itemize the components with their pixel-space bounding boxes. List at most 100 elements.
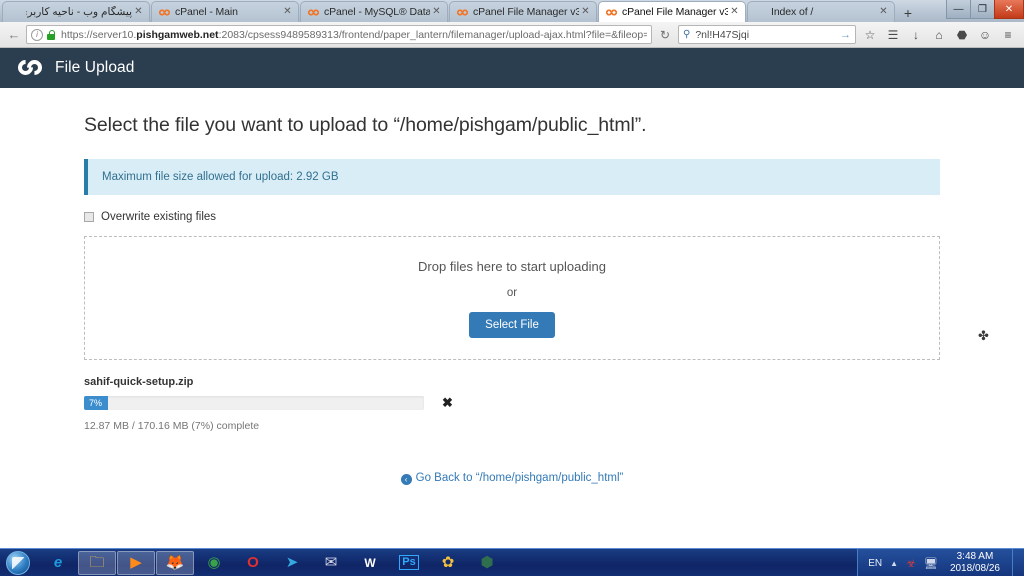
back-arrow-icon: ‹	[400, 474, 412, 485]
taskbar-photoshop-icon[interactable]: Ps	[390, 551, 428, 575]
chrome-icon: ◉	[207, 554, 221, 571]
account-icon[interactable]: ☺	[974, 25, 996, 45]
site-info-icon[interactable]: i	[31, 28, 43, 41]
tab-close-icon[interactable]: ✕	[728, 7, 741, 17]
url-domain: pishgamweb.net	[136, 28, 219, 41]
app-title: File Upload	[55, 59, 135, 76]
browser-tab-0[interactable]: پیشگام وب - ناحیه کاربری ✕	[2, 1, 150, 22]
word-icon: W	[364, 555, 376, 570]
show-hidden-icons-icon[interactable]: ▲	[890, 559, 898, 568]
photos-icon: ✿	[441, 554, 455, 571]
taskbar-word-icon[interactable]: W	[351, 551, 389, 575]
nox-icon: ⬢	[480, 554, 494, 571]
tab-title: Index of /	[771, 6, 814, 18]
taskbar-opera-icon[interactable]: O	[234, 551, 272, 575]
reading-list-icon[interactable]: ☰	[882, 25, 904, 45]
tab-close-icon[interactable]: ✕	[281, 7, 294, 17]
url-text: https://server10.pishgamweb.net:2083/cps…	[61, 29, 647, 41]
home-icon[interactable]: ⌂	[928, 25, 950, 45]
clock[interactable]: 3:48 AM 2018/08/26	[946, 551, 1004, 575]
page-content: File Upload Select the file you want to …	[0, 48, 1024, 544]
taskbar-mail-icon[interactable]: ✉	[312, 551, 350, 575]
upload-status-text: 12.87 MB / 170.16 MB (7%) complete	[84, 420, 260, 432]
search-bar[interactable]: ⚲ ?nl!H47Sjqi →	[678, 25, 856, 44]
antivirus-tray-icon[interactable]: ☣	[906, 557, 916, 570]
dropzone-or-label: or	[506, 286, 518, 299]
taskbar-file-explorer-icon[interactable]: 🗀	[78, 550, 116, 575]
taskbar-photos-icon[interactable]: ✿	[429, 551, 467, 575]
file-dropzone[interactable]: Drop files here to start uploading or Se…	[84, 236, 940, 360]
browser-tab-3[interactable]: cPanel File Manager v3 ✕	[449, 1, 597, 22]
overwrite-label: Overwrite existing files	[101, 211, 217, 223]
minimize-button[interactable]: —	[946, 0, 971, 19]
alert-text: Maximum file size allowed for upload: 2.…	[102, 171, 339, 183]
opera-icon: O	[247, 554, 259, 571]
window-controls: — ❐ ✕	[946, 0, 1024, 19]
url-bar[interactable]: i https://server10.pishgamweb.net:2083/c…	[26, 25, 652, 44]
tab-close-icon[interactable]: ✕	[579, 7, 592, 17]
new-tab-button[interactable]: +	[898, 3, 918, 22]
tab-close-icon[interactable]: ✕	[430, 7, 443, 17]
cpanel-favicon-icon	[308, 7, 319, 18]
photoshop-icon: Ps	[399, 555, 419, 570]
taskbar-telegram-icon[interactable]: ➤	[273, 551, 311, 575]
cpanel-header: File Upload	[0, 48, 1024, 88]
start-button[interactable]	[3, 550, 33, 576]
cancel-upload-button[interactable]: ✖	[442, 395, 453, 411]
media-player-icon: ▶	[130, 554, 142, 571]
go-back-link[interactable]: ‹ Go Back to “/home/pishgam/public_html”	[84, 472, 940, 485]
search-query-text: ?nl!H47Sjqi	[695, 28, 750, 41]
browser-tabstrip: پیشگام وب - ناحیه کاربری ✕ cPanel - Main…	[0, 0, 1024, 22]
tab-close-icon[interactable]: ✕	[877, 7, 890, 17]
upload-progress-bar: 7%	[84, 396, 424, 410]
overwrite-row[interactable]: Overwrite existing files	[84, 211, 940, 223]
url-suffix: :2083/cpsess9489589313/frontend/paper_la…	[218, 28, 647, 41]
dropzone-title: Drop files here to start uploading	[418, 258, 606, 274]
close-window-button[interactable]: ✕	[994, 0, 1024, 19]
go-back-label: Go Back to “/home/pishgam/public_html”	[415, 472, 624, 484]
internet-explorer-icon: e	[53, 554, 63, 571]
maximize-button[interactable]: ❐	[970, 0, 995, 19]
tab-title: پیشگام وب - ناحیه کاربری	[26, 6, 132, 18]
tab-title: cPanel File Manager v3 - F	[622, 6, 728, 18]
reload-button[interactable]: ↻	[655, 28, 675, 42]
lock-icon	[47, 29, 55, 40]
bookmark-star-icon[interactable]: ☆	[859, 25, 881, 45]
browser-tab-5[interactable]: Index of / ✕	[747, 1, 895, 22]
browser-tab-2[interactable]: cPanel - MySQL® Databa ✕	[300, 1, 448, 22]
back-button[interactable]: ←	[5, 26, 23, 44]
taskbar-media-player-icon[interactable]: ▶	[117, 550, 155, 575]
search-go-icon[interactable]: →	[840, 29, 851, 41]
menu-icon[interactable]: ≡	[997, 25, 1019, 45]
tab-favicon-generic	[10, 7, 21, 18]
browser-tab-1[interactable]: cPanel - Main ✕	[151, 1, 299, 22]
clock-time: 3:48 AM	[956, 551, 994, 562]
navbar-icons: ☆ ☰ ↓ ⌂ ⬣ ☺ ≡	[859, 25, 1019, 45]
show-desktop-button[interactable]	[1012, 549, 1020, 576]
taskbar-chrome-icon[interactable]: ◉	[195, 551, 233, 575]
tab-close-icon[interactable]: ✕	[132, 7, 145, 17]
upload-progress-fill: 7%	[84, 396, 108, 410]
browser-tab-4-active[interactable]: cPanel File Manager v3 - F ✕	[598, 1, 746, 22]
browser-window: پیشگام وب - ناحیه کاربری ✕ cPanel - Main…	[0, 0, 1024, 548]
shield-icon[interactable]: ⬣	[951, 25, 973, 45]
upload-progress-row: 7% ✖	[84, 395, 940, 411]
cpanel-favicon-icon	[159, 7, 170, 18]
select-file-button[interactable]: Select File	[469, 311, 555, 338]
taskbar-firefox-icon[interactable]: 🦊	[156, 550, 194, 575]
downloads-icon[interactable]: ↓	[905, 25, 927, 45]
tab-favicon-generic	[755, 7, 766, 18]
taskbar-items: e 🗀 ▶ 🦊 ◉ O ➤ ✉ W Ps ✿ ⬢	[39, 550, 506, 575]
overwrite-checkbox[interactable]	[84, 212, 94, 222]
browser-navbar: ← i https://server10.pishgamweb.net:2083…	[0, 22, 1024, 48]
language-indicator[interactable]: EN	[868, 558, 882, 569]
taskbar-nox-icon[interactable]: ⬢	[468, 551, 506, 575]
tab-title: cPanel File Manager v3	[473, 6, 579, 18]
upload-file-name: sahif-quick-setup.zip	[84, 376, 194, 388]
file-explorer-icon: 🗀	[89, 554, 105, 571]
mail-icon: ✉	[324, 554, 338, 571]
network-tray-icon[interactable]: 🖥	[924, 557, 938, 570]
taskbar-internet-explorer-icon[interactable]: e	[39, 551, 77, 575]
clock-date: 2018/08/26	[949, 563, 1000, 574]
firefox-icon: 🦊	[165, 554, 185, 571]
